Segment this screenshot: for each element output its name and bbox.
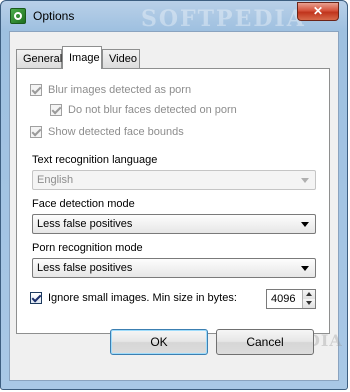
tab-video[interactable]: Video <box>102 49 140 68</box>
ok-button[interactable]: OK <box>110 329 208 355</box>
app-icon <box>10 8 26 24</box>
text-lang-label: Text recognition language <box>32 154 158 166</box>
porn-mode-label: Porn recognition mode <box>32 242 143 254</box>
porn-mode-select[interactable]: Less false positives <box>32 258 316 278</box>
porn-mode-value: Less false positives <box>37 262 133 274</box>
title-bar[interactable]: Options SOFTPEDIA ✕ <box>1 1 347 32</box>
chevron-down-icon <box>301 266 309 271</box>
face-mode-label: Face detection mode <box>32 198 135 210</box>
min-size-stepper[interactable]: 4096 <box>266 289 316 309</box>
show-face-bounds-label: Show detected face bounds <box>48 126 184 138</box>
ignore-small-checkbox[interactable] <box>30 292 42 304</box>
no-blur-faces-checkbox[interactable] <box>50 104 62 116</box>
min-size-value[interactable]: 4096 <box>271 293 295 305</box>
face-mode-value: Less false positives <box>37 218 133 230</box>
options-window: Options SOFTPEDIA ✕ General Image Video … <box>0 0 348 390</box>
chevron-down-icon <box>301 222 309 227</box>
stepper-down-icon[interactable] <box>303 299 315 308</box>
show-face-bounds-checkbox[interactable] <box>30 126 42 138</box>
close-icon: ✕ <box>312 4 324 18</box>
tab-general[interactable]: General <box>16 49 62 68</box>
text-lang-value: English <box>37 174 74 186</box>
blur-porn-label: Blur images detected as porn <box>48 84 192 96</box>
blur-porn-checkbox[interactable] <box>30 84 42 96</box>
ignore-small-option[interactable]: Ignore small images. Min size in bytes: <box>30 292 237 304</box>
no-blur-faces-option[interactable]: Do not blur faces detected on porn <box>50 104 237 116</box>
dialog-client: General Image Video Blur images detected… <box>9 31 342 381</box>
window-title: Options <box>33 9 75 23</box>
ignore-small-label: Ignore small images. Min size in bytes: <box>48 292 237 304</box>
show-face-bounds-option[interactable]: Show detected face bounds <box>30 126 184 138</box>
no-blur-faces-label: Do not blur faces detected on porn <box>68 104 237 116</box>
cancel-button[interactable]: Cancel <box>216 329 314 355</box>
watermark: SOFTPEDIA <box>141 6 306 32</box>
face-mode-select[interactable]: Less false positives <box>32 214 316 234</box>
text-lang-select[interactable]: English <box>32 170 316 190</box>
tab-image[interactable]: Image <box>62 46 102 69</box>
chevron-down-icon <box>301 178 309 183</box>
stepper-buttons <box>302 290 315 308</box>
blur-porn-option[interactable]: Blur images detected as porn <box>30 84 191 96</box>
close-button[interactable]: ✕ <box>297 2 339 21</box>
